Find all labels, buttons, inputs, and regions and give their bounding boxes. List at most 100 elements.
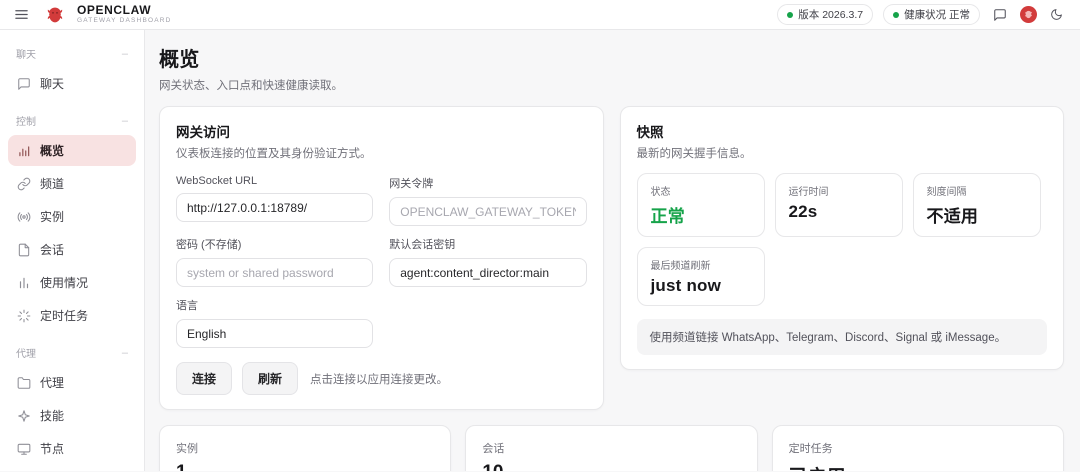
- snapshot-tile-value: 正常: [651, 202, 751, 227]
- password-label: 密码 (不存储): [176, 236, 373, 252]
- snapshot-tile-label: 运行时间: [789, 183, 889, 198]
- refresh-button[interactable]: 刷新: [242, 362, 298, 395]
- sidebar-section: 聊天 – 聊天: [8, 38, 136, 99]
- gateway-token-label: 网关令牌: [389, 175, 586, 191]
- sidebar-section-label: 代理: [16, 345, 36, 360]
- sidebar-section-heading[interactable]: 代理 –: [8, 337, 136, 367]
- language-label: 语言: [176, 297, 373, 313]
- stats-row: 实例 1 过去 5 分钟内的在线信号。 会话 10 网关跟踪的最近会话密钥。 定…: [159, 425, 1064, 471]
- sidebar-item[interactable]: 技能: [8, 400, 136, 431]
- page-subtitle: 网关状态、入口点和快速健康读取。: [159, 77, 1064, 93]
- sidebar-item-label: 节点: [40, 440, 64, 457]
- stat-card-label: 实例: [176, 440, 434, 456]
- language-select[interactable]: [176, 319, 373, 348]
- sidebar-item-label: 会话: [40, 241, 64, 258]
- user-avatar[interactable]: [1020, 6, 1037, 23]
- sidebar-item[interactable]: 使用情况: [8, 267, 136, 298]
- brand: OPENCLAW GATEWAY DASHBOARD: [77, 4, 172, 24]
- snapshot-tile: 运行时间 22s: [775, 173, 903, 237]
- sidebar-item[interactable]: 会话: [8, 234, 136, 265]
- gateway-token-group: 网关令牌: [389, 165, 586, 226]
- stat-card: 实例 1 过去 5 分钟内的在线信号。: [159, 425, 451, 471]
- sidebar-section-items: 概览 频道 实例 会话 使用情况: [8, 135, 136, 331]
- sidebar-item-label: 技能: [40, 407, 64, 424]
- snapshot-card-title: 快照: [637, 121, 1048, 141]
- folder-icon: [17, 376, 31, 390]
- gateway-access-card: 网关访问 仪表板连接的位置及其身份验证方式。 WebSocket URL 网关令…: [159, 106, 604, 410]
- sidebar-item-label: 实例: [40, 208, 64, 225]
- snapshot-card-subtitle: 最新的网关握手信息。: [637, 145, 1048, 161]
- connect-button[interactable]: 连接: [176, 362, 232, 395]
- feedback-chat-icon[interactable]: [990, 8, 1010, 22]
- snapshot-tile-label: 状态: [651, 183, 751, 198]
- sidebar-item[interactable]: 代理: [8, 367, 136, 398]
- sidebar-section-heading[interactable]: 控制 –: [8, 105, 136, 135]
- openclaw-logo-icon: [45, 5, 65, 25]
- gateway-token-input[interactable]: [389, 197, 586, 226]
- snapshot-tile: 刻度间隔 不适用: [913, 173, 1041, 237]
- version-badge-label: 版本 2026.3.7: [798, 7, 863, 22]
- monitor-icon: [17, 442, 31, 456]
- collapse-dash-icon: –: [122, 347, 128, 359]
- sidebar: 聊天 – 聊天 控制 –: [0, 30, 145, 471]
- snapshot-tile: 最后频道刷新 just now: [637, 247, 765, 306]
- sidebar-section-label: 聊天: [16, 46, 36, 61]
- stat-card-value: 10: [482, 462, 740, 471]
- stat-card: 定时任务 已启用 下次唤醒 周一, 2026/3/16 08:00:00 (in…: [772, 425, 1064, 471]
- stat-card-label: 定时任务: [789, 440, 1047, 456]
- snapshot-tile-value: 不适用: [927, 202, 1027, 227]
- sidebar-item[interactable]: 概览: [8, 135, 136, 166]
- sidebar-item[interactable]: 实例: [8, 201, 136, 232]
- menu-icon[interactable]: [14, 7, 29, 22]
- stat-card-value: 1: [176, 462, 434, 471]
- sidebar-item-label: 定时任务: [40, 307, 88, 324]
- sidebar-item[interactable]: 频道: [8, 168, 136, 199]
- gateway-card-title: 网关访问: [176, 121, 587, 141]
- app-shell: 聊天 – 聊天 控制 –: [0, 30, 1080, 471]
- session-key-group: 默认会话密钥: [389, 226, 586, 287]
- document-icon: [17, 243, 31, 257]
- theme-toggle-moon-icon[interactable]: [1047, 8, 1066, 21]
- version-status-dot: [787, 12, 793, 18]
- main-content: 概览 网关状态、入口点和快速健康读取。 网关访问 仪表板连接的位置及其身份验证方…: [145, 30, 1080, 471]
- websocket-url-input[interactable]: [176, 193, 373, 222]
- sidebar-section: 设置 – 配置 调试: [8, 470, 136, 471]
- snapshot-tile: 状态 正常: [637, 173, 765, 237]
- top-bar: OPENCLAW GATEWAY DASHBOARD 版本 2026.3.7 健…: [0, 0, 1080, 30]
- sidebar-section: 代理 – 代理 技能 节点: [8, 337, 136, 464]
- session-key-label: 默认会话密钥: [389, 236, 586, 252]
- sidebar-item[interactable]: 聊天: [8, 68, 136, 99]
- snapshot-card: 快照 最新的网关握手信息。 状态 正常 运行时间 22s 刻度间隔 不适用: [620, 106, 1065, 370]
- health-badge-label: 健康状况 正常: [904, 7, 970, 22]
- chat-bubble-icon: [17, 77, 31, 91]
- health-badge: 健康状况 正常: [883, 4, 980, 25]
- sidebar-section-items: 聊天: [8, 68, 136, 99]
- page-title: 概览: [159, 43, 1064, 72]
- sidebar-item[interactable]: 节点: [8, 433, 136, 464]
- stat-card-label: 会话: [482, 440, 740, 456]
- password-input[interactable]: [176, 258, 373, 287]
- sidebar-section-heading[interactable]: 聊天 –: [8, 38, 136, 68]
- brand-title: OPENCLAW: [77, 4, 172, 17]
- stat-card-value: 已启用: [789, 462, 1047, 471]
- snapshot-tile-label: 最后频道刷新: [651, 257, 751, 272]
- stat-card: 会话 10 网关跟踪的最近会话密钥。: [465, 425, 757, 471]
- password-group: 密码 (不存储): [176, 226, 373, 287]
- brand-subtitle: GATEWAY DASHBOARD: [77, 18, 172, 25]
- sparkle-icon: [17, 409, 31, 423]
- session-key-input[interactable]: [389, 258, 586, 287]
- overview-chart-icon: [17, 144, 31, 158]
- snapshot-tiles: 状态 正常 运行时间 22s 刻度间隔 不适用 最后频道刷新 just now: [637, 173, 1048, 306]
- sidebar-item-label: 频道: [40, 175, 64, 192]
- sidebar-section-heading[interactable]: 设置 –: [8, 470, 136, 471]
- sidebar-item[interactable]: 定时任务: [8, 300, 136, 331]
- language-group: 语言: [176, 287, 373, 348]
- snapshot-tile-value: just now: [651, 276, 751, 296]
- gateway-card-subtitle: 仪表板连接的位置及其身份验证方式。: [176, 145, 587, 161]
- sidebar-item-label: 使用情况: [40, 274, 88, 291]
- connect-hint: 点击连接以应用连接更改。: [310, 371, 448, 387]
- link-icon: [17, 177, 31, 191]
- snapshot-tile-value: 22s: [789, 202, 889, 222]
- websocket-url-group: WebSocket URL: [176, 165, 373, 226]
- collapse-dash-icon: –: [122, 48, 128, 60]
